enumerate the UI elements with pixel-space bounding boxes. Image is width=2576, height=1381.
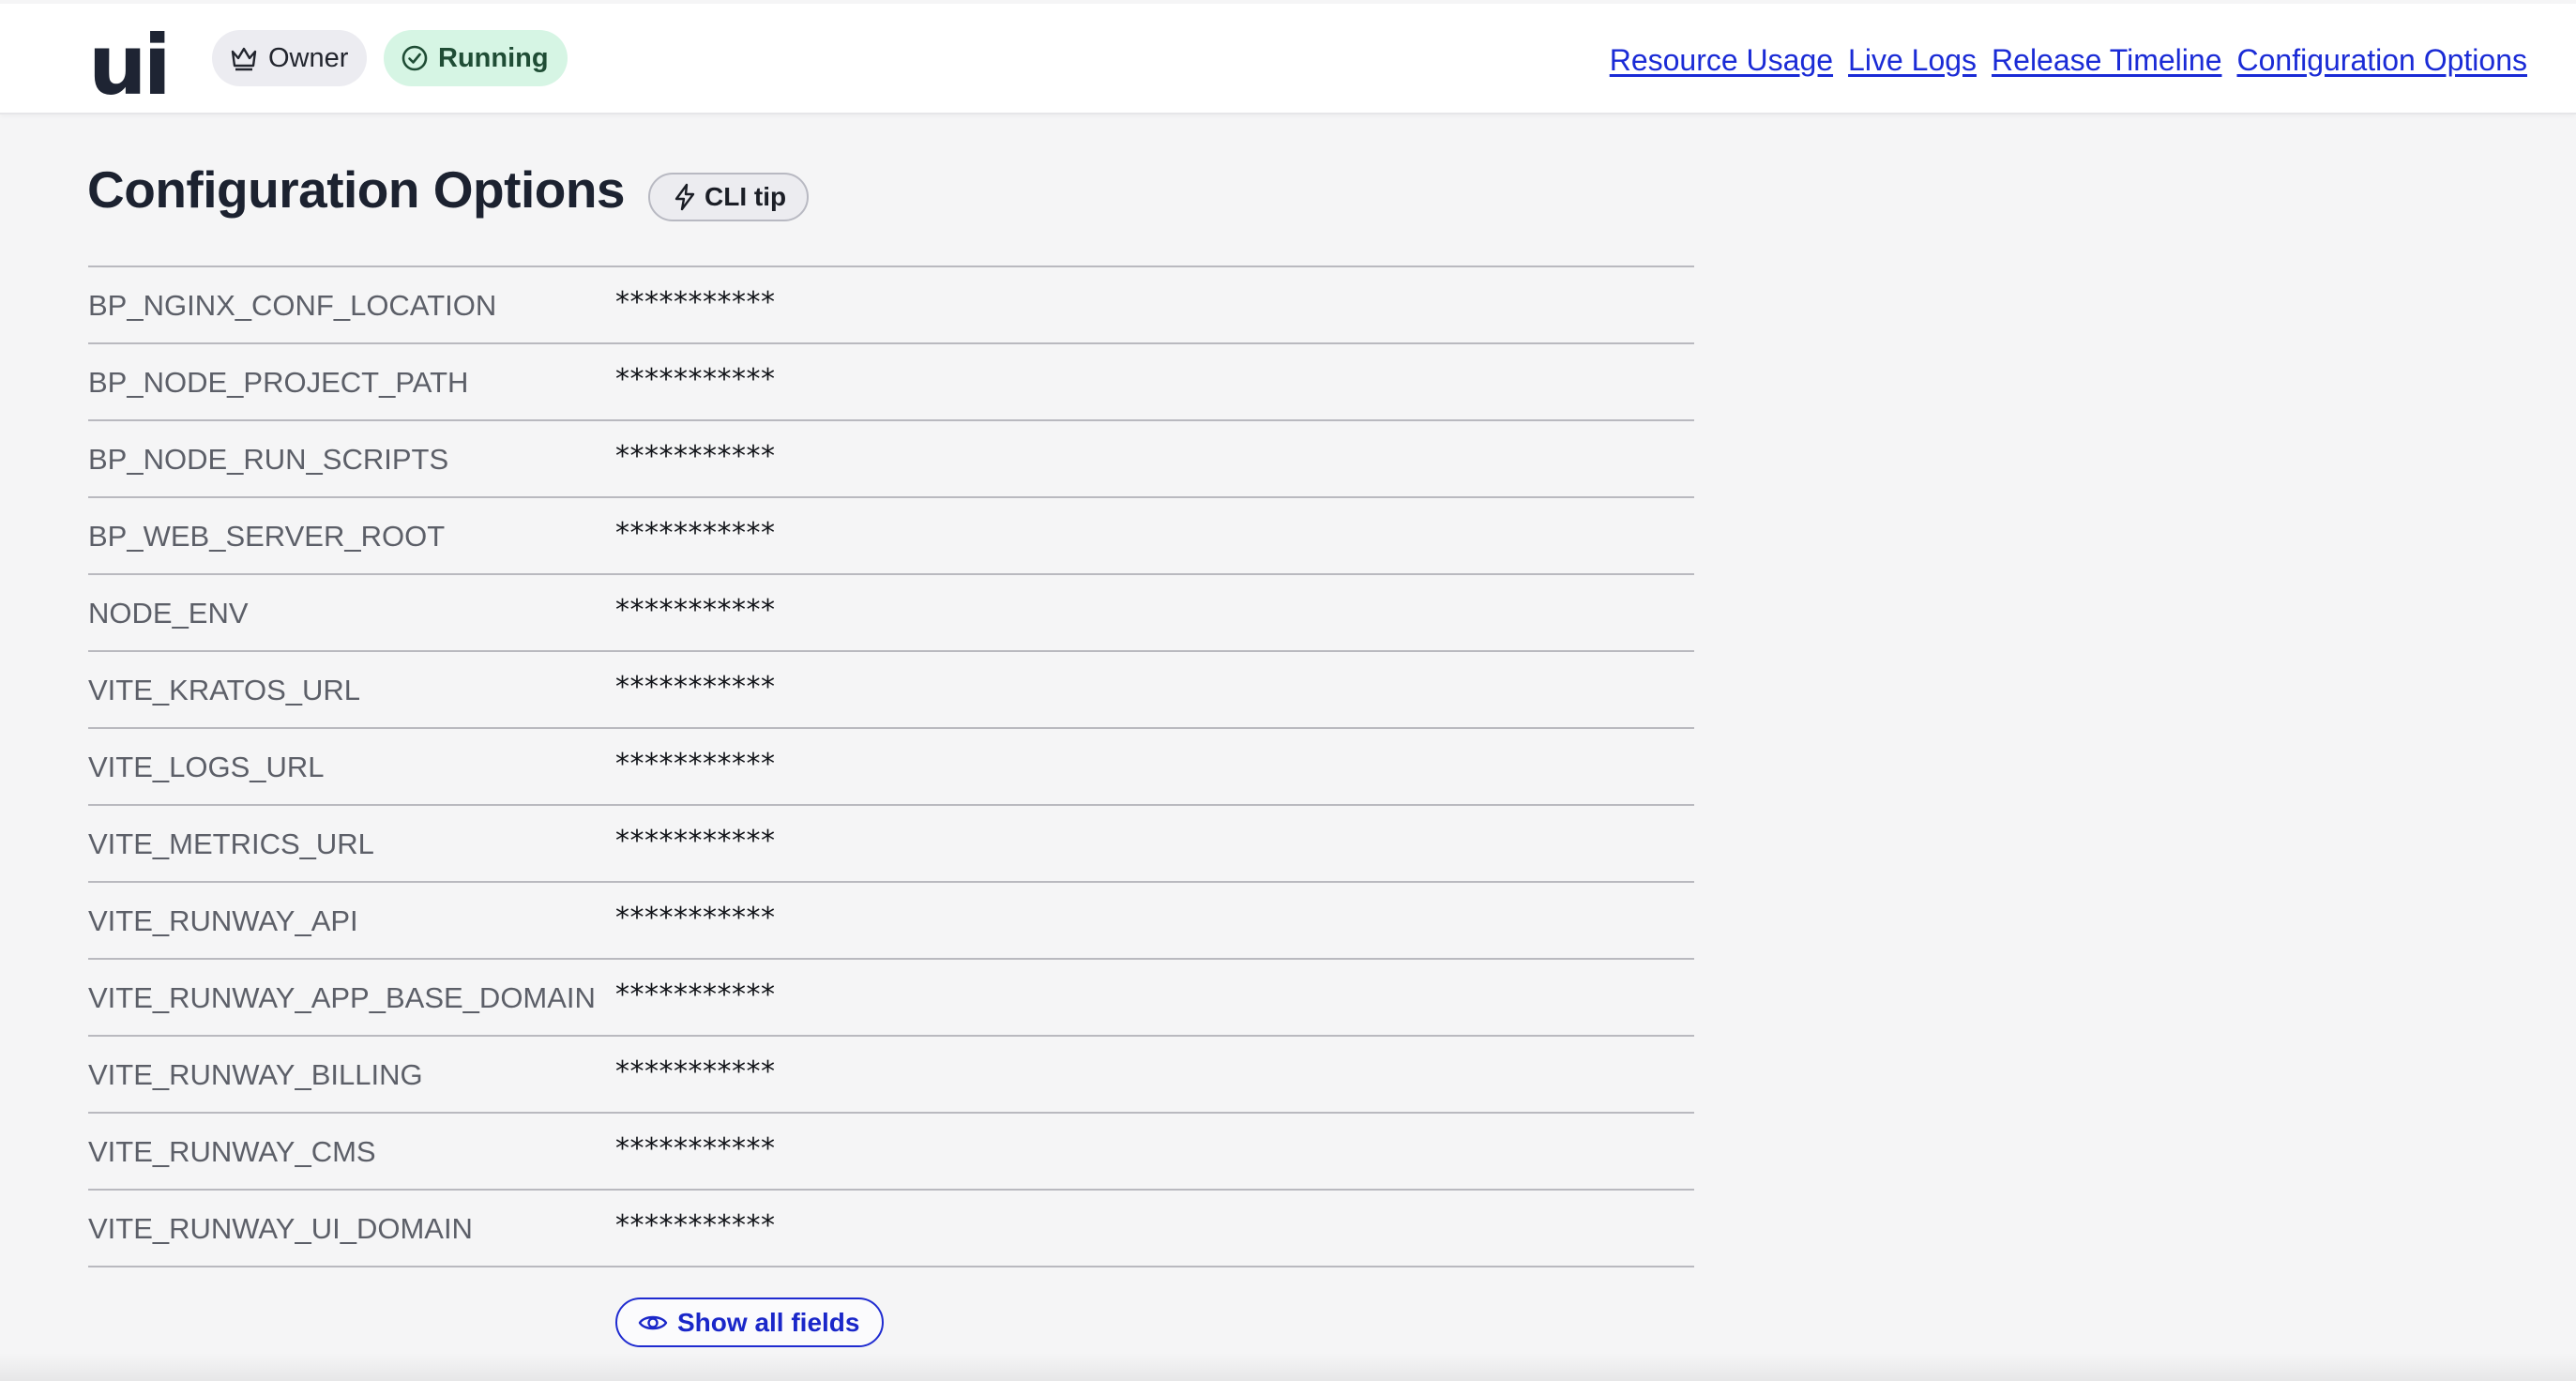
config-value[interactable]: *********** xyxy=(615,825,776,857)
config-row: BP_NODE_RUN_SCRIPTS *********** xyxy=(88,421,1694,498)
config-key: VITE_RUNWAY_BILLING xyxy=(88,1058,423,1091)
config-value[interactable]: *********** xyxy=(615,979,776,1011)
page-title: Configuration Options xyxy=(87,160,626,219)
check-circle-icon xyxy=(402,45,428,71)
config-row: NODE_ENV *********** xyxy=(88,575,1694,652)
show-all-fields-label: Show all fields xyxy=(677,1307,860,1337)
config-row: VITE_RUNWAY_BILLING *********** xyxy=(88,1037,1694,1114)
config-table: BP_NGINX_CONF_LOCATION *********** BP_NO… xyxy=(88,266,1694,1267)
config-row: VITE_METRICS_URL *********** xyxy=(88,806,1694,883)
crown-icon xyxy=(231,47,257,71)
owner-badge: Owner xyxy=(212,30,368,86)
config-value[interactable]: *********** xyxy=(615,748,776,781)
config-value[interactable]: *********** xyxy=(615,1132,776,1165)
nav-link-resource-usage[interactable]: Resource Usage xyxy=(1610,43,1833,78)
app-logo[interactable]: ui xyxy=(88,24,172,107)
config-key: BP_NGINX_CONF_LOCATION xyxy=(88,289,497,322)
config-key: VITE_RUNWAY_CMS xyxy=(88,1135,376,1168)
config-key: VITE_KRATOS_URL xyxy=(88,674,361,706)
config-value[interactable]: *********** xyxy=(615,440,776,473)
config-key: VITE_RUNWAY_APP_BASE_DOMAIN xyxy=(88,981,596,1014)
config-key: VITE_RUNWAY_UI_DOMAIN xyxy=(88,1212,473,1245)
config-key: NODE_ENV xyxy=(88,597,249,630)
config-value[interactable]: *********** xyxy=(615,1055,776,1088)
nav-link-release-timeline[interactable]: Release Timeline xyxy=(1992,43,2221,78)
nav-link-configuration-options[interactable]: Configuration Options xyxy=(2236,43,2527,78)
config-row: VITE_KRATOS_URL *********** xyxy=(88,652,1694,729)
config-row: VITE_LOGS_URL *********** xyxy=(88,729,1694,806)
status-badge: Running xyxy=(384,30,568,86)
config-key: VITE_RUNWAY_API xyxy=(88,904,358,937)
config-key: BP_NODE_PROJECT_PATH xyxy=(88,366,469,399)
cli-tip-button[interactable]: CLI tip xyxy=(648,173,810,221)
config-row: VITE_RUNWAY_APP_BASE_DOMAIN *********** xyxy=(88,960,1694,1037)
cli-tip-label: CLI tip xyxy=(705,182,787,211)
config-value[interactable]: *********** xyxy=(615,286,776,319)
config-row: VITE_RUNWAY_CMS *********** xyxy=(88,1114,1694,1191)
config-row: BP_NODE_PROJECT_PATH *********** xyxy=(88,344,1694,421)
config-row: VITE_RUNWAY_UI_DOMAIN *********** xyxy=(88,1191,1694,1267)
config-value[interactable]: *********** xyxy=(615,517,776,550)
nav-link-live-logs[interactable]: Live Logs xyxy=(1848,43,1977,78)
bottom-shade xyxy=(0,1353,2576,1381)
lightning-icon xyxy=(674,183,695,211)
top-nav: Resource Usage Live Logs Release Timelin… xyxy=(1610,43,2527,78)
status-badge-label: Running xyxy=(438,42,549,73)
config-key: VITE_LOGS_URL xyxy=(88,751,325,783)
config-value[interactable]: *********** xyxy=(615,594,776,627)
config-row: VITE_RUNWAY_API *********** xyxy=(88,883,1694,960)
show-all-fields-button[interactable]: Show all fields xyxy=(615,1298,885,1347)
config-row: BP_WEB_SERVER_ROOT *********** xyxy=(88,498,1694,575)
config-value[interactable]: *********** xyxy=(615,1209,776,1242)
config-key: BP_NODE_RUN_SCRIPTS xyxy=(88,443,449,476)
config-row: BP_NGINX_CONF_LOCATION *********** xyxy=(88,267,1694,344)
config-value[interactable]: *********** xyxy=(615,363,776,396)
top-bar: ui Owner Running Resource Usage Live Log… xyxy=(0,4,2576,114)
config-value[interactable]: *********** xyxy=(615,671,776,704)
owner-badge-label: Owner xyxy=(268,42,349,73)
config-key: BP_WEB_SERVER_ROOT xyxy=(88,520,446,553)
eye-icon xyxy=(638,1315,668,1329)
config-key: VITE_METRICS_URL xyxy=(88,827,374,860)
config-value[interactable]: *********** xyxy=(615,902,776,934)
